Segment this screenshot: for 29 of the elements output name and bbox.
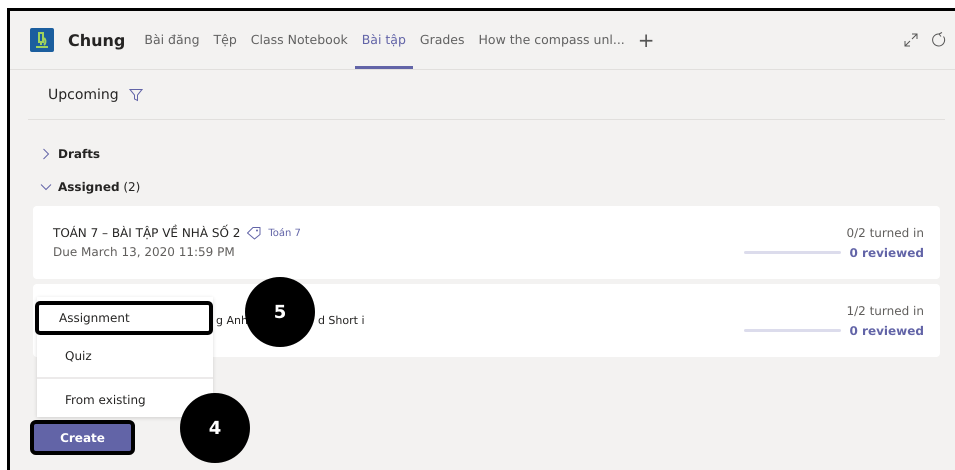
expand-icon[interactable] (903, 32, 919, 48)
tab[interactable]: Class Notebook (244, 11, 355, 69)
tab[interactable]: Bài đăng (137, 11, 207, 69)
create-button[interactable]: Create (30, 420, 135, 455)
reviewed-link[interactable]: 0 reviewed (850, 246, 924, 260)
tag-icon (246, 226, 262, 240)
tag-label: Toán 7 (268, 228, 301, 238)
tab[interactable]: How the compass unl... (472, 11, 632, 69)
tab[interactable]: Tệp (206, 11, 244, 69)
assignment-title: TOÁN 7 – BÀI TẬP VỀ NHÀ SỐ 2 (53, 226, 240, 240)
filter-icon[interactable] (128, 88, 143, 102)
turned-in-count: 1/2 turned in (846, 304, 924, 318)
refresh-icon[interactable] (931, 32, 947, 48)
step-number-badge: 4 (180, 393, 250, 463)
section-label[interactable]: Drafts (58, 146, 100, 160)
channel-name: Chung (68, 30, 126, 50)
reviewed-link[interactable]: 0 reviewed (850, 324, 924, 338)
chevron-right-icon[interactable] (40, 148, 52, 160)
menu-item[interactable]: Assignment (35, 301, 213, 335)
filter-label[interactable]: Upcoming (48, 86, 119, 102)
turned-in-count: 0/2 turned in (846, 226, 924, 240)
assignment-card[interactable]: TOÁN 7 – BÀI TẬP VỀ NHÀ SỐ 2 Toán 7 Due March 13, 2020 11:59 PM 0/2 turned in 0 reviewed (33, 206, 940, 279)
assignment-title: d Short i (318, 314, 365, 327)
tab[interactable]: Bài tập (354, 11, 413, 69)
tab[interactable]: Grades (412, 11, 472, 69)
section-label[interactable]: Assigned (2) (58, 180, 140, 194)
add-tab-button[interactable]: + (638, 28, 655, 52)
menu-item[interactable]: From existing (41, 383, 158, 417)
due-date: Due March 13, 2020 11:59 PM (53, 245, 236, 259)
